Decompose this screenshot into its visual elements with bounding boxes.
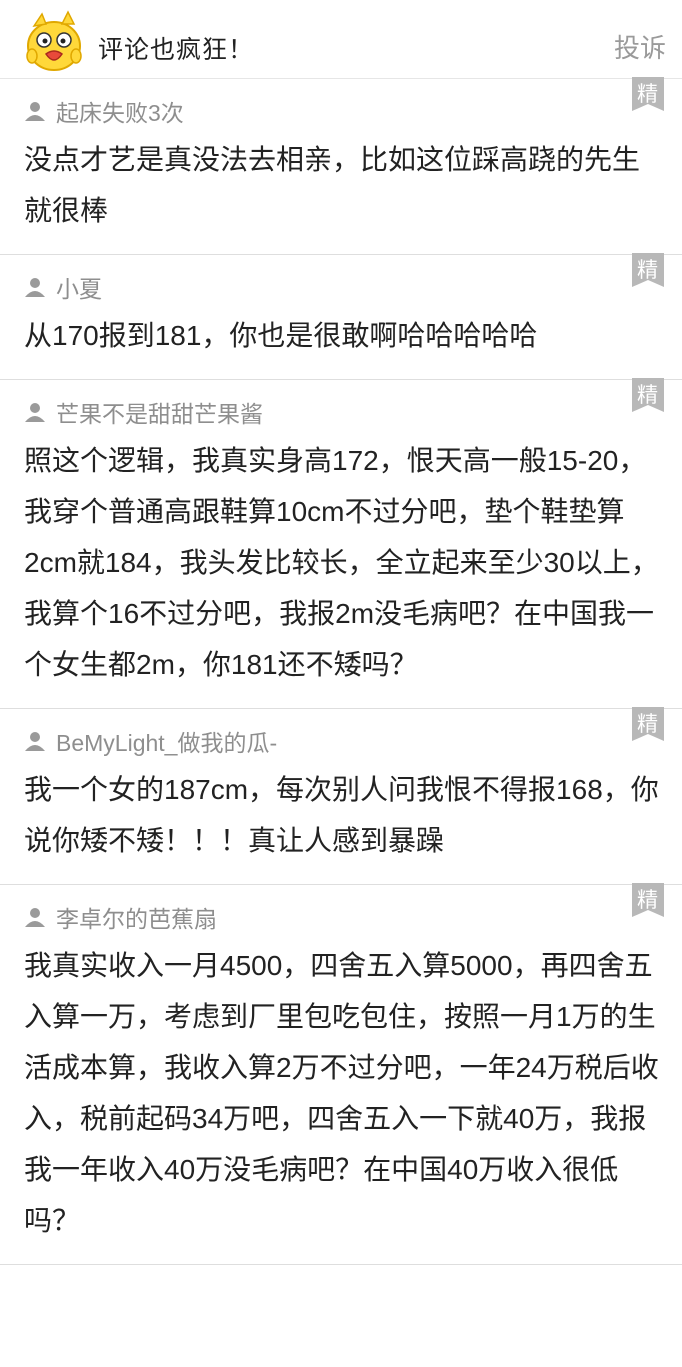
comment-username[interactable]: BeMyLight_做我的瓜-: [56, 724, 277, 758]
comment-text: 我真实收入一月4500，四舍五入算5000，再四舍五入算一万，考虑到厂里包吃包住…: [24, 950, 659, 1236]
comment-user-row: 李卓尔的芭蕉扇: [24, 902, 662, 932]
comment-user-row: 起床失败3次: [24, 96, 662, 126]
page-title: 评论也疯狂！: [98, 35, 255, 64]
featured-badge-label: 精: [637, 712, 658, 736]
user-icon: [25, 403, 45, 422]
user-icon: [25, 908, 45, 927]
header: 评论也疯狂！ 投诉: [0, 0, 682, 79]
comment-username[interactable]: 芒果不是甜甜芒果酱: [56, 395, 263, 429]
comment-item[interactable]: 精小夏从170报到181，你也是很敢啊哈哈哈哈哈: [0, 253, 682, 380]
user-icon: [25, 278, 45, 297]
featured-badge-icon: 精: [632, 253, 664, 287]
comment-text: 没点才艺是真没法去相亲，比如这位踩高跷的先生就很棒: [24, 144, 641, 226]
comment-user-row: 芒果不是甜甜芒果酱: [24, 397, 662, 427]
user-icon: [25, 102, 45, 121]
featured-badge-icon: 精: [632, 883, 664, 917]
comment-username[interactable]: 李卓尔的芭蕉扇: [56, 900, 217, 934]
user-icon: [25, 732, 45, 751]
comment-username[interactable]: 小夏: [56, 270, 102, 304]
featured-badge-label: 精: [637, 258, 658, 282]
comment-item[interactable]: 精 BeMyLight_做我的瓜- 我一个女的187cm，每次别人问我恨不得报168…: [0, 707, 682, 885]
comment-item[interactable]: 精李卓尔的芭蕉扇我真实收入一月4500，四舍五入算5000，再四舍五入算一万，考…: [0, 883, 682, 1265]
comment-text: 照这个逻辑，我真实身高172，恨天高一般15-20，我穿个普通高跟鞋算10cm不…: [24, 445, 659, 680]
featured-badge-icon: 精: [632, 707, 664, 741]
featured-badge-label: 精: [637, 888, 658, 912]
featured-badge-label: 精: [637, 383, 658, 407]
comment-list: 精起床失败3次 没点才艺是真没法去相亲，比如这位踩高跷的先生就很棒精小夏 从170报…: [0, 77, 682, 1265]
comment-item[interactable]: 精起床失败3次没点才艺是真没法去相亲，比如这位踩高跷的先生就很棒: [0, 77, 682, 255]
comment-item[interactable]: 精芒果不是甜甜芒果酱照这个逻辑，我真实身高172，恨天高一般15-20，我穿个普…: [0, 378, 682, 709]
comment-text: 从170报到181，你也是很敢啊哈哈哈哈哈: [24, 320, 538, 351]
featured-badge-icon: 精: [632, 77, 664, 111]
featured-badge-label: 精: [637, 82, 658, 106]
comment-user-row: BeMyLight_做我的瓜-: [24, 726, 662, 756]
report-button[interactable]: 投诉: [614, 28, 666, 65]
comment-username[interactable]: 起床失败3次: [56, 94, 184, 128]
comment-text: 我一个女的187cm，每次别人问我恨不得报168，你说你矮不矮！！！真让人感到暴…: [24, 774, 659, 856]
yellow-chick-mascot-icon: [26, 10, 82, 71]
featured-badge-icon: 精: [632, 378, 664, 412]
comment-user-row: 小夏: [24, 272, 662, 302]
